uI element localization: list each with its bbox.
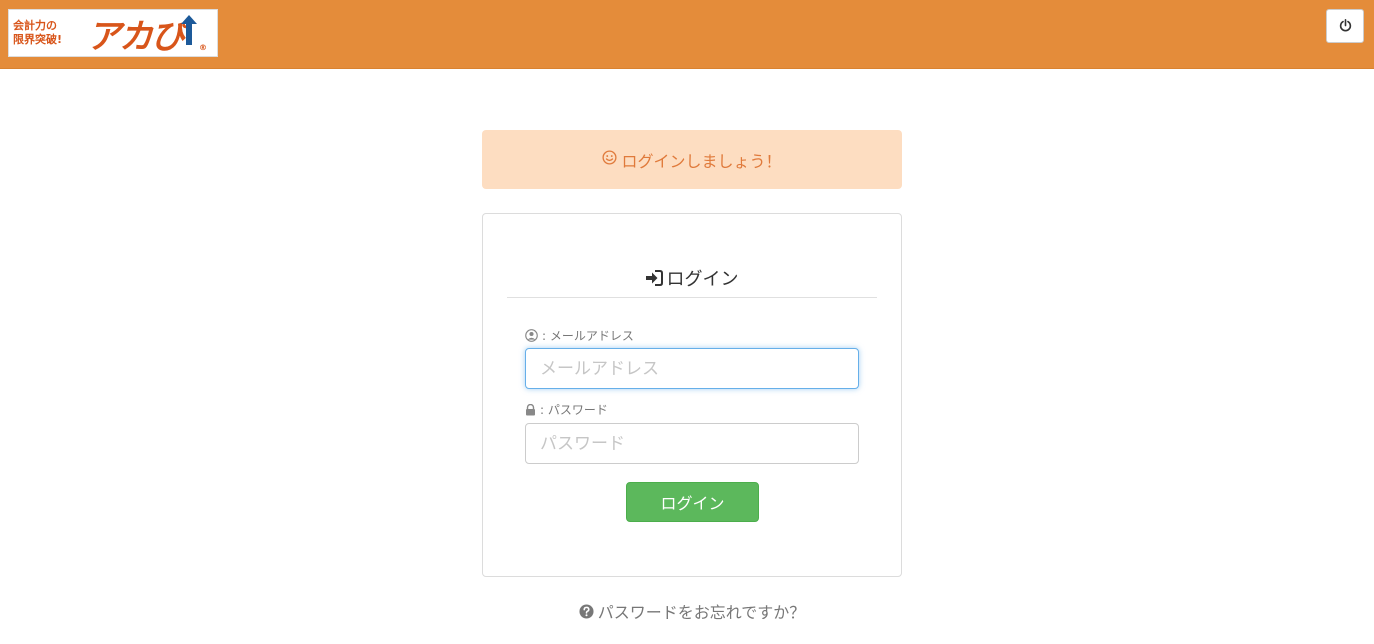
logo-tagline: 会計力の 限界突破! xyxy=(13,19,63,46)
alert-text: ログインしましょう！ xyxy=(621,151,782,171)
top-navbar: 会計力の 限界突破! アカ ぴ ® xyxy=(0,0,1374,69)
logo-brand-tail: ぴ xyxy=(151,16,185,57)
sign-in-icon xyxy=(645,269,663,286)
login-button[interactable]: ログイン xyxy=(626,482,759,522)
login-panel: ログイン : メールアドレス : パスワード ログイン xyxy=(482,213,902,577)
password-input[interactable] xyxy=(525,423,859,464)
registered-mark: ® xyxy=(199,42,207,52)
logout-button[interactable] xyxy=(1326,9,1364,43)
user-circle-icon xyxy=(525,329,542,342)
email-input[interactable] xyxy=(525,348,859,389)
password-label: : パスワード xyxy=(525,401,608,418)
login-prompt-alert: ログインしましょう！ xyxy=(482,130,902,189)
email-label: : メールアドレス xyxy=(525,327,634,344)
arrow-up-icon xyxy=(181,14,197,52)
login-panel-title: ログイン xyxy=(507,258,877,298)
forgot-password-link[interactable]: パスワードをお忘れですか？ xyxy=(482,598,902,624)
power-icon xyxy=(1339,17,1352,36)
smile-icon xyxy=(602,150,618,169)
logo-brand: アカ ぴ ® xyxy=(87,9,207,58)
app-logo[interactable]: 会計力の 限界突破! アカ ぴ ® xyxy=(8,9,218,57)
lock-icon xyxy=(525,403,540,416)
question-circle-icon xyxy=(579,603,594,619)
